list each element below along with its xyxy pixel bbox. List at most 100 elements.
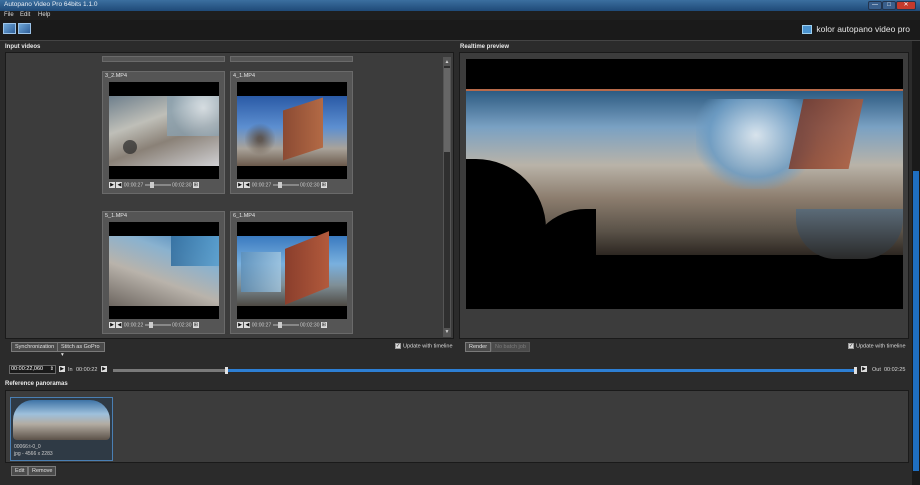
video-card[interactable]: 6_1.MP4 ▶ ◀ 00:00:27 00:02:30 ⊞ xyxy=(230,211,353,334)
video-card[interactable]: 5_1.MP4 ▶ ◀ 00:00:22 00:02:30 ⊞ xyxy=(102,211,225,334)
stitch-value: as GoPro xyxy=(76,344,100,350)
fullscreen-icon[interactable]: ⊞ xyxy=(320,322,327,328)
video-seek-bar[interactable] xyxy=(272,322,299,328)
out-label: Out xyxy=(872,367,881,373)
video-controls: ▶ ◀ 00:00:27 00:02:30 ⊞ xyxy=(237,322,347,330)
scroll-up-icon[interactable]: ▲ xyxy=(444,58,450,66)
video-filename: 4_1.MP4 xyxy=(233,73,256,79)
preview-update-timeline-label: Update with timeline xyxy=(856,343,906,350)
kolor-logo-icon xyxy=(802,25,813,35)
realtime-preview-panel xyxy=(459,52,909,339)
play-icon[interactable]: ▶ xyxy=(109,322,115,328)
stitch-label: Stitch xyxy=(61,344,75,350)
brand-text: kolor autopano video pro xyxy=(816,24,910,34)
stitch-icon[interactable] xyxy=(18,23,31,34)
in-label: In xyxy=(68,367,73,373)
video-controls: ▶ ◀ 00:00:27 00:02:30 ⊞ xyxy=(237,182,347,190)
set-out-icon[interactable]: ▶ xyxy=(861,366,867,372)
play-icon[interactable]: ▶ xyxy=(59,366,65,372)
timeline-track[interactable] xyxy=(113,367,857,374)
video-thumbnail xyxy=(109,222,219,319)
video-seek-bar[interactable] xyxy=(272,182,299,188)
video-seek-bar[interactable] xyxy=(144,322,171,328)
video-controls: ▶ ◀ 00:00:22 00:02:30 ⊞ xyxy=(109,322,219,330)
input-videos-scrollbar[interactable]: ▲ ▼ xyxy=(443,57,451,337)
toolbar: kolor autopano video pro xyxy=(0,20,920,41)
menu-file[interactable]: File xyxy=(4,12,14,18)
in-time: 00:00:22 xyxy=(76,367,98,373)
synchronization-button[interactable]: Synchronization xyxy=(11,342,59,352)
menu-help[interactable]: Help xyxy=(38,12,50,18)
fullscreen-icon[interactable]: ⊞ xyxy=(192,322,199,328)
scrollbar-thumb[interactable] xyxy=(444,68,450,152)
timeline-bar: 00:00:22,060 ⇕ ▶ In 00:00:22 ▶ ▶ Out 00:… xyxy=(0,363,912,377)
brand-logo: kolor autopano video pro xyxy=(802,24,910,35)
volume-icon[interactable]: ◀ xyxy=(116,182,123,188)
update-timeline-checkbox[interactable]: ✓ Update with timeline xyxy=(395,343,453,349)
video-seek-bar[interactable] xyxy=(144,182,171,188)
out-time: 00:02:25 xyxy=(884,367,906,373)
video-card[interactable]: 4_1.MP4 ▶ ◀ 00:00:27 00:02:30 ⊞ xyxy=(230,71,353,194)
checkbox-checked-icon: ✓ xyxy=(395,343,401,349)
volume-icon[interactable]: ◀ xyxy=(244,322,251,328)
current-time-input[interactable]: 00:00:22,060 ⇕ xyxy=(9,365,56,374)
video-controls: ▶ ◀ 00:00:27 00:02:30 ⊞ xyxy=(109,182,219,190)
set-in-icon[interactable]: ▶ xyxy=(101,366,107,372)
right-edge-strip xyxy=(912,41,920,485)
stepper-icon[interactable]: ⇕ xyxy=(50,366,54,373)
video-thumbnail xyxy=(237,222,347,319)
video-time-total: 00:02:30 xyxy=(300,182,320,189)
timeline-out-handle[interactable] xyxy=(854,367,857,374)
video-time-current: 00:00:27 xyxy=(251,182,272,189)
panorama-name: 00066:t-0_0 xyxy=(14,444,41,450)
current-time-value: 00:00:22,060 xyxy=(11,366,44,372)
video-time-total: 00:02:30 xyxy=(172,182,192,189)
play-icon[interactable]: ▶ xyxy=(237,182,243,188)
video-card[interactable]: 3_2.MP4 ▶ ◀ 00:00:27 00:02:30 ⊞ xyxy=(102,71,225,194)
video-time-total: 00:02:30 xyxy=(172,322,192,329)
video-time-current: 00:00:22 xyxy=(123,322,144,329)
video-thumbnail xyxy=(237,82,347,179)
checkbox-checked-icon: ✓ xyxy=(848,343,854,349)
panorama-thumbnail-image xyxy=(13,400,110,440)
update-timeline-label: Update with timeline xyxy=(403,343,453,350)
stitch-dropdown[interactable]: Stitch as GoPro ▾ xyxy=(57,342,105,358)
volume-icon[interactable]: ◀ xyxy=(244,182,251,188)
reference-panoramas-title: Reference panoramas xyxy=(5,381,68,387)
video-card-stub xyxy=(230,56,353,62)
chevron-down-icon: ▾ xyxy=(61,352,64,358)
side-scrollbar[interactable] xyxy=(913,171,919,471)
timeline-played xyxy=(113,369,225,372)
window-title: Autopano Video Pro 64bits 1.1.0 xyxy=(4,1,98,8)
render-button[interactable]: Render xyxy=(465,342,492,352)
video-filename: 5_1.MP4 xyxy=(105,213,128,219)
play-icon[interactable]: ▶ xyxy=(237,322,243,328)
scroll-down-icon[interactable]: ▼ xyxy=(444,328,450,336)
video-filename: 6_1.MP4 xyxy=(233,213,256,219)
reference-panoramas-panel: 00066:t-0_0 jpg - 4566 x 2283 xyxy=(5,390,909,463)
realtime-preview-title: Realtime preview xyxy=(460,44,510,50)
minimize-button[interactable]: — xyxy=(868,1,882,10)
panorama-preview[interactable] xyxy=(466,59,903,309)
edit-button[interactable]: Edit xyxy=(11,466,29,476)
timeline-cursor[interactable] xyxy=(224,367,228,374)
fullscreen-icon[interactable]: ⊞ xyxy=(192,182,199,188)
input-videos-title: Input videos xyxy=(5,44,41,50)
video-time-current: 00:00:27 xyxy=(123,182,144,189)
batch-job-button[interactable]: No batch job xyxy=(491,342,530,352)
play-icon[interactable]: ▶ xyxy=(109,182,115,188)
video-filename: 3_2.MP4 xyxy=(105,73,128,79)
input-videos-panel: 3_2.MP4 ▶ ◀ 00:00:27 00:02:30 ⊞ 4_1.MP4 … xyxy=(5,52,454,339)
video-time-current: 00:00:27 xyxy=(251,322,272,329)
remove-button[interactable]: Remove xyxy=(28,466,57,476)
maximize-button[interactable]: □ xyxy=(882,1,896,10)
volume-icon[interactable]: ◀ xyxy=(116,322,123,328)
menu-edit[interactable]: Edit xyxy=(20,12,30,18)
video-card-stub xyxy=(102,56,225,62)
panorama-thumbnail-item[interactable]: 00066:t-0_0 jpg - 4566 x 2283 xyxy=(10,397,113,461)
fullscreen-icon[interactable]: ⊞ xyxy=(320,182,327,188)
close-button[interactable]: ✕ xyxy=(896,1,916,10)
timeline-selected-range xyxy=(224,369,857,372)
preview-update-timeline-checkbox[interactable]: ✓ Update with timeline xyxy=(848,343,906,349)
import-videos-icon[interactable] xyxy=(3,23,16,34)
